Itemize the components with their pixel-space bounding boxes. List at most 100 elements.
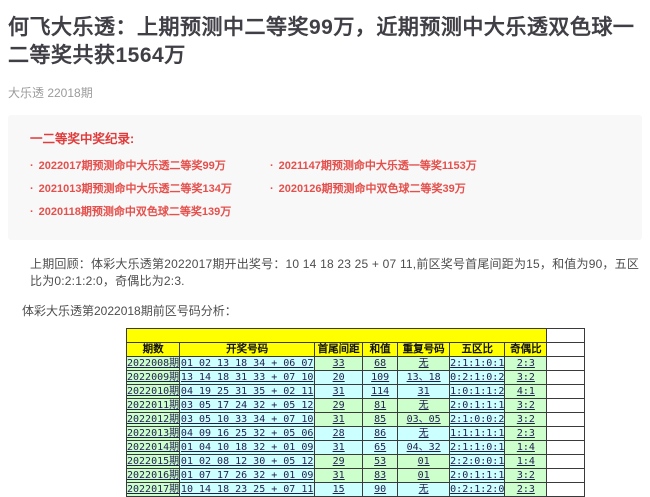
prize-records-heading: 一二等奖中奖纪录: — [30, 128, 620, 147]
table-cell: 2022008期 — [127, 356, 180, 370]
table-cell: 13、18 — [398, 370, 450, 384]
record-item-label: 2020126期预测命中双色球二等奖39万 — [279, 183, 466, 195]
table-cell: 3:2 — [505, 412, 547, 426]
table-cell: 2:0:1:1:1 — [450, 398, 505, 412]
table-cell: 01 — [398, 454, 450, 468]
table-cell: 无 — [398, 398, 450, 412]
table-title-row — [127, 328, 585, 342]
table-cell: 1:4 — [505, 454, 547, 468]
table-cell: 03、05 — [398, 412, 450, 426]
table-cell: 2022015期 — [127, 454, 180, 468]
table-cell: 2022014期 — [127, 440, 180, 454]
table-cell: 03 05 17 24 32 + 05 12 — [180, 398, 315, 412]
table-cell: 01 02 13 18 34 + 06 07 — [180, 356, 315, 370]
record-item-label: 2021147期预测命中大乐透一等奖1153万 — [279, 160, 477, 172]
record-item: ·2020118期预测命中双色球二等奖139万 — [30, 203, 270, 219]
bullet-icon: · — [30, 206, 34, 218]
table-cell: 31 — [398, 384, 450, 398]
table-cell: 2:3 — [505, 426, 547, 440]
table-cell: 114 — [363, 384, 398, 398]
issue-subtitle: 大乐透 22018期 — [8, 84, 650, 101]
table-cell: 85 — [363, 412, 398, 426]
table-column-header: 开奖号码 — [180, 342, 315, 356]
table-cell: 33 — [315, 356, 363, 370]
bullet-icon: · — [30, 183, 34, 195]
table-cell: 10 14 18 23 25 + 07 11 — [180, 482, 315, 496]
table-row: 2022008期01 02 13 18 34 + 06 073368无2:1:1… — [127, 356, 585, 370]
table-empty-cell — [547, 356, 585, 370]
record-item: · 2020126期预测命中双色球二等奖39万 — [270, 180, 620, 196]
prize-records-right-column: · 2021147期预测命中大乐透一等奖1153万 · 2020126期预测命中双色球… — [270, 157, 620, 226]
record-item-label: 2021013期预测命中大乐透二等奖134万 — [39, 183, 232, 195]
page-title: 何飞大乐透：上期预测中二等奖99万，近期预测中大乐透双色球一二等奖共获1564万 — [0, 0, 650, 71]
table-cell: 53 — [363, 454, 398, 468]
table-cell: 31 — [315, 440, 363, 454]
table-cell: 15 — [315, 482, 363, 496]
bullet-icon: · — [270, 183, 274, 195]
table-cell: 20 — [315, 370, 363, 384]
table-cell: 无 — [398, 482, 450, 496]
record-item: · 2021013期预测命中大乐透二等奖134万 — [30, 180, 270, 196]
table-cell: 03 05 10 33 34 + 07 10 — [180, 412, 315, 426]
table-cell: 3:2 — [505, 398, 547, 412]
table-empty-cell — [547, 370, 585, 384]
table-empty-cell — [547, 454, 585, 468]
table-empty-cell — [547, 440, 585, 454]
table-cell: 29 — [315, 398, 363, 412]
table-cell: 1:0:1:1:2 — [450, 384, 505, 398]
table-empty-cell — [547, 328, 585, 342]
record-item: · 2021147期预测命中大乐透一等奖1153万 — [270, 157, 620, 173]
table-header-row: 期数开奖号码首尾间距和值重复号码五区比奇偶比 — [127, 342, 585, 356]
analysis-table: 期数开奖号码首尾间距和值重复号码五区比奇偶比 2022008期01 02 13 … — [126, 328, 585, 497]
table-row: 2022012期03 05 10 33 34 + 07 10318503、052… — [127, 412, 585, 426]
table-cell: 28 — [315, 426, 363, 440]
table-cell: 2:1:1:0:1 — [450, 356, 505, 370]
table-cell: 1:1:1:1:1 — [450, 426, 505, 440]
table-cell: 109 — [363, 370, 398, 384]
table-empty-cell — [547, 468, 585, 482]
table-cell: 31 — [315, 468, 363, 482]
table-empty-cell — [547, 482, 585, 496]
table-empty-cell — [547, 342, 585, 356]
table-cell: 3:2 — [505, 468, 547, 482]
table-cell: 31 — [315, 412, 363, 426]
table-row: 2022013期04 09 16 25 32 + 05 062886无1:1:1… — [127, 426, 585, 440]
table-cell: 31 — [315, 384, 363, 398]
table-cell: 86 — [363, 426, 398, 440]
table-row: 2022011期03 05 17 24 32 + 05 122981无2:0:1… — [127, 398, 585, 412]
table-cell: 3:2 — [505, 370, 547, 384]
table-cell: 2:1:1:0:1 — [450, 440, 505, 454]
table-row: 2022015期01 02 08 12 30 + 05 122953012:2:… — [127, 454, 585, 468]
table-column-header: 期数 — [127, 342, 180, 356]
table-cell: 2022010期 — [127, 384, 180, 398]
table-row: 2022009期13 14 18 31 33 + 07 102010913、18… — [127, 370, 585, 384]
table-column-header: 首尾间距 — [315, 342, 363, 356]
table-cell: 01 04 10 18 32 + 01 09 — [180, 440, 315, 454]
table-empty-cell — [547, 412, 585, 426]
record-item: ·2022017期预测命中大乐透二等奖99万 — [30, 157, 270, 173]
table-row: 2022016期01 07 17 26 32 + 01 093183012:0:… — [127, 468, 585, 482]
table-column-header: 奇偶比 — [505, 342, 547, 356]
analysis-table-head: 期数开奖号码首尾间距和值重复号码五区比奇偶比 — [127, 328, 585, 356]
analysis-intro: 体彩大乐透第2022018期前区号码分析： — [22, 302, 640, 319]
table-cell: 2:0:1:1:1 — [450, 468, 505, 482]
table-cell: 29 — [315, 454, 363, 468]
bullet-icon: · — [270, 160, 274, 172]
table-cell: 4:1 — [505, 384, 547, 398]
table-empty-cell — [547, 398, 585, 412]
table-cell: 13 14 18 31 33 + 07 10 — [180, 370, 315, 384]
table-cell: 2022016期 — [127, 468, 180, 482]
table-cell: 2:1:0:0:2 — [450, 412, 505, 426]
prize-records-columns: ·2022017期预测命中大乐透二等奖99万·2021013期预测命中大乐透二等… — [30, 157, 620, 226]
table-row: 2022017期10 14 18 23 25 + 07 111590无0:2:1… — [127, 482, 585, 496]
table-cell: 2:3 — [505, 482, 547, 496]
table-cell: 83 — [363, 468, 398, 482]
table-cell: 无 — [398, 426, 450, 440]
table-cell: 01 — [398, 468, 450, 482]
table-cell: 0:2:1:2:0 — [450, 482, 505, 496]
table-cell: 01 02 08 12 30 + 05 12 — [180, 454, 315, 468]
table-empty-cell — [547, 384, 585, 398]
table-cell: 01 07 17 26 32 + 01 09 — [180, 468, 315, 482]
table-column-header: 重复号码 — [398, 342, 450, 356]
table-cell: 04 09 16 25 32 + 05 06 — [180, 426, 315, 440]
